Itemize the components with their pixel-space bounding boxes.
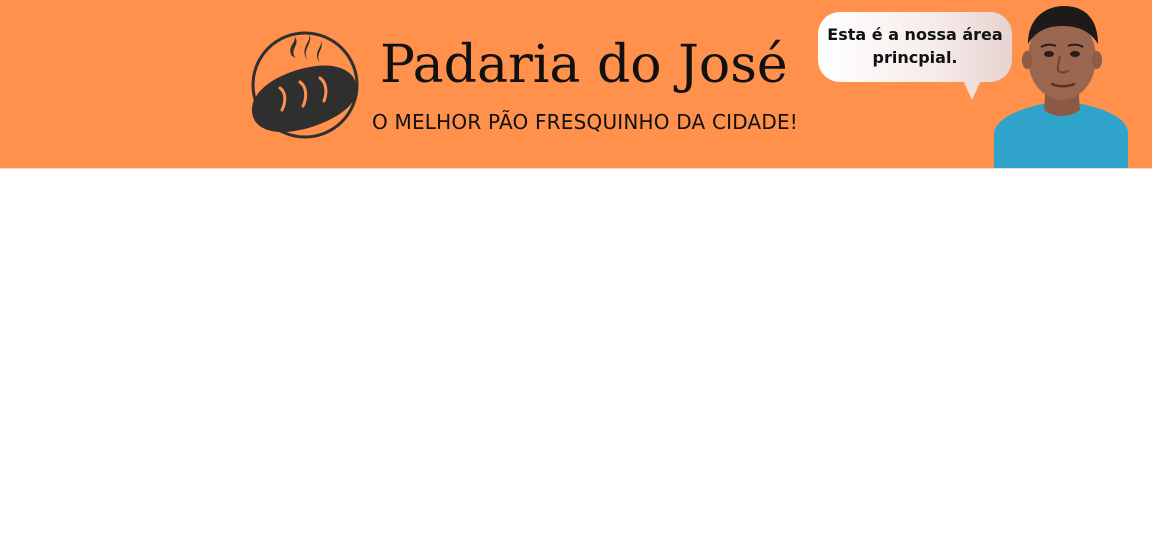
brand-title: Padaria do José [380,35,788,95]
person-avatar-icon [994,6,1128,168]
speech-bubble-text: Esta é a nossa área princpial. [827,25,1003,67]
speech-bubble: Esta é a nossa área princpial. [818,12,1012,82]
page-header: Padaria do José O MELHOR PÃO FRESQUINHO … [0,0,1152,169]
speech-bubble-tail [962,78,982,100]
main-content-area [0,169,1152,556]
bread-logo-icon [251,31,359,139]
brand-tagline: O MELHOR PÃO FRESQUINHO DA CIDADE! [372,110,799,134]
